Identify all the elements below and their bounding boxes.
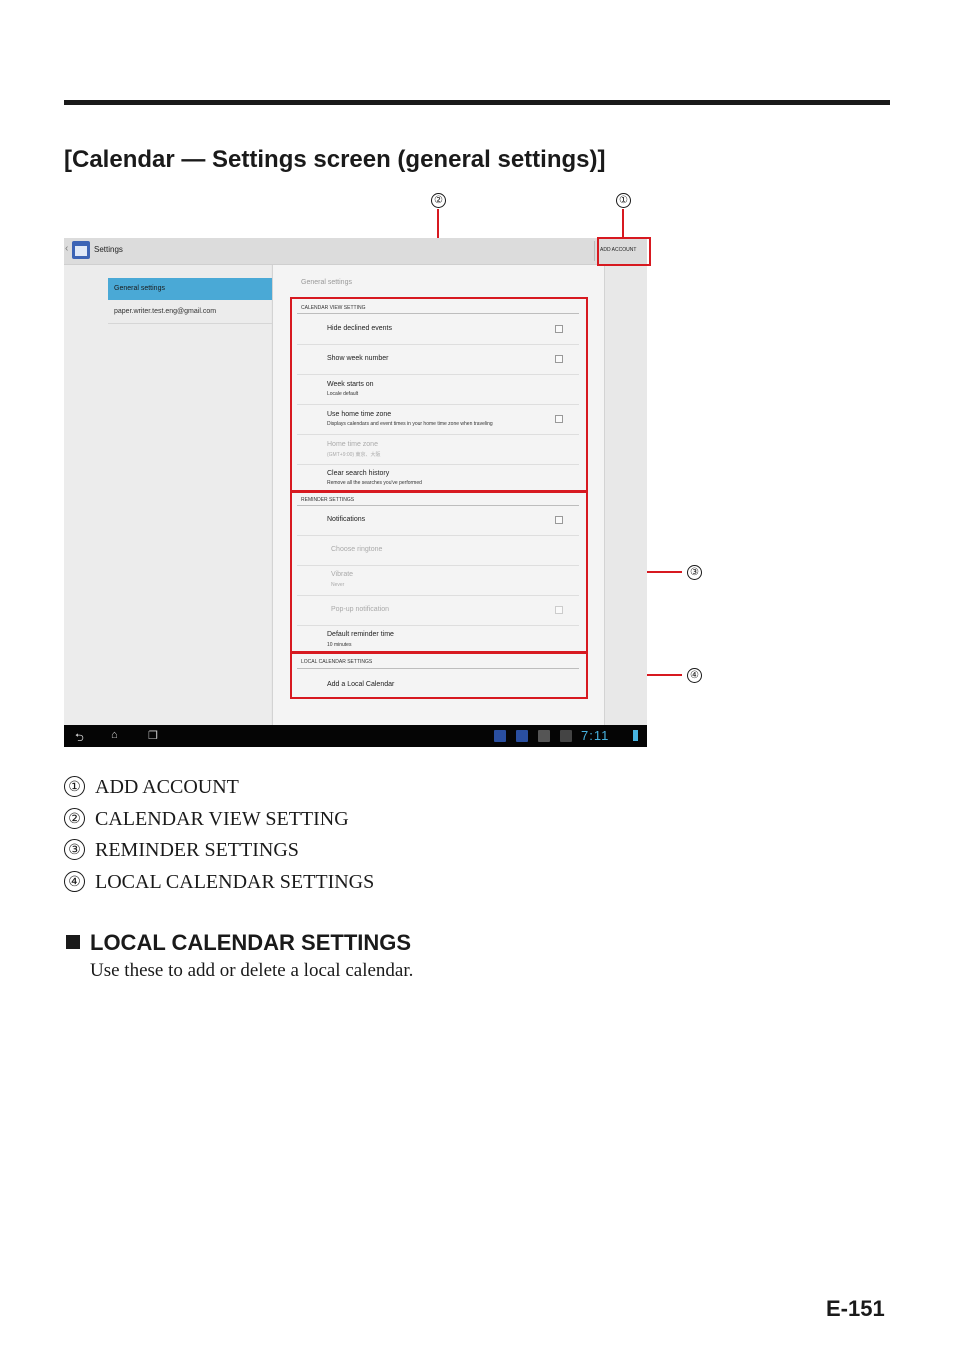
- action-bar-title: Settings: [94, 245, 123, 254]
- sync-icon: [494, 730, 506, 742]
- action-bar-divider: [594, 241, 595, 261]
- nav-item-general-settings[interactable]: General settings: [108, 278, 272, 300]
- highlight-calendar-view-setting: [290, 297, 588, 492]
- nav-item-account[interactable]: paper.writer.test.eng@gmail.com: [114, 308, 216, 315]
- legend-number: ①: [64, 776, 85, 797]
- highlight-add-account: [597, 237, 651, 266]
- legend-label: REMINDER SETTINGS: [95, 839, 299, 861]
- legend-number: ③: [64, 839, 85, 860]
- clock: 7:11: [581, 728, 610, 743]
- legend-label: ADD ACCOUNT: [95, 776, 239, 798]
- square-bullet-icon: [66, 935, 80, 949]
- legend-label: CALENDAR VIEW SETTING: [95, 808, 349, 830]
- highlight-reminder-settings: [290, 491, 588, 653]
- back-chevron-icon[interactable]: ‹: [65, 243, 68, 254]
- recent-apps-icon[interactable]: ❐: [148, 729, 158, 742]
- section-heading-text: LOCAL CALENDAR SETTINGS: [90, 930, 412, 955]
- top-rule: [64, 100, 890, 105]
- battery-icon: [633, 730, 638, 741]
- divider: [108, 323, 272, 324]
- callout-3: ③: [687, 565, 702, 580]
- legend-label: LOCAL CALENDAR SETTINGS: [95, 871, 375, 893]
- page-number: E-151: [826, 1296, 885, 1321]
- page-title: [Calendar — Settings screen (general set…: [64, 146, 606, 173]
- system-nav-bar: ⮌ ⌂ ❐ 7:11: [64, 725, 647, 747]
- edit-icon: [538, 730, 550, 742]
- section-body: Use these to add or delete a local calen…: [90, 960, 414, 981]
- callout-1: ①: [616, 193, 631, 208]
- callout-2: ②: [431, 193, 446, 208]
- back-icon[interactable]: ⮌: [75, 729, 84, 747]
- calendar-app-icon[interactable]: [72, 241, 90, 259]
- home-icon[interactable]: ⌂: [111, 729, 118, 741]
- settings-left-pane: [64, 265, 271, 725]
- callout-4: ④: [687, 668, 702, 683]
- leader-line-1: [622, 209, 624, 238]
- section-heading: LOCAL CALENDAR SETTINGS: [66, 930, 411, 956]
- picture-icon: [560, 730, 572, 742]
- nav-item-label: General settings: [114, 285, 165, 292]
- legend-item-2: ② CALENDAR VIEW SETTING: [64, 808, 349, 831]
- legend-number: ②: [64, 808, 85, 829]
- pane-header: General settings: [301, 279, 352, 286]
- legend-item-1: ① ADD ACCOUNT: [64, 776, 239, 799]
- legend-item-4: ④ LOCAL CALENDAR SETTINGS: [64, 871, 374, 894]
- legend-item-3: ③ REMINDER SETTINGS: [64, 839, 299, 862]
- usb-icon: [516, 730, 528, 742]
- action-bar: ‹ Settings ADD ACCOUNT: [64, 238, 647, 265]
- legend-number: ④: [64, 871, 85, 892]
- highlight-local-calendar-settings: [290, 652, 588, 699]
